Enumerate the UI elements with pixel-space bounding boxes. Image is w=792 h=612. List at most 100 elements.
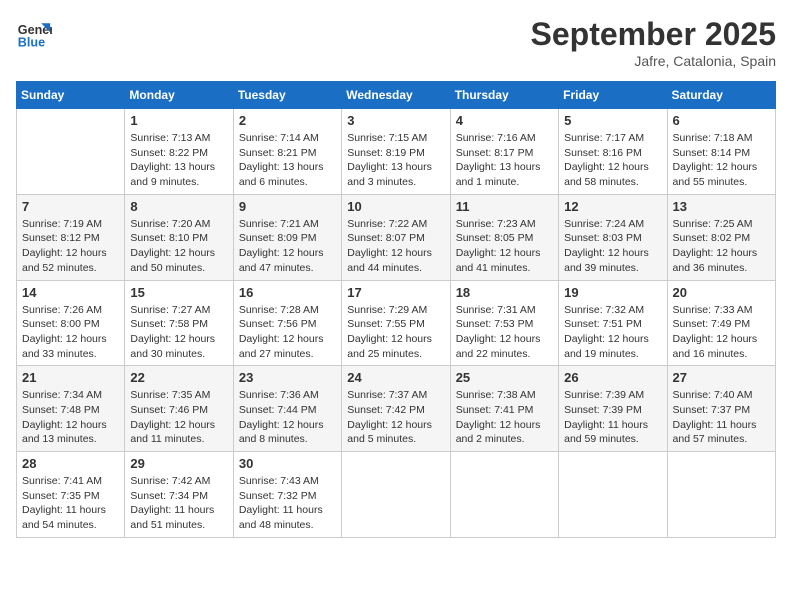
day-cell: 24 Sunrise: 7:37 AM Sunset: 7:42 PM Dayli… [342, 366, 450, 452]
day-cell: 17 Sunrise: 7:29 AM Sunset: 7:55 PM Dayli… [342, 280, 450, 366]
logo-icon: General Blue [16, 16, 52, 52]
day-info: Sunrise: 7:35 AM Sunset: 7:46 PM Dayligh… [130, 388, 227, 447]
day-info: Sunrise: 7:20 AM Sunset: 8:10 PM Dayligh… [130, 217, 227, 276]
weekday-header-monday: Monday [125, 82, 233, 109]
location: Jafre, Catalonia, Spain [531, 53, 776, 69]
day-info: Sunrise: 7:34 AM Sunset: 7:48 PM Dayligh… [22, 388, 119, 447]
day-cell: 29 Sunrise: 7:42 AM Sunset: 7:34 PM Dayli… [125, 452, 233, 538]
day-cell: 30 Sunrise: 7:43 AM Sunset: 7:32 PM Dayli… [233, 452, 341, 538]
day-info: Sunrise: 7:24 AM Sunset: 8:03 PM Dayligh… [564, 217, 661, 276]
day-info: Sunrise: 7:19 AM Sunset: 8:12 PM Dayligh… [22, 217, 119, 276]
day-number: 20 [673, 285, 770, 300]
day-number: 8 [130, 199, 227, 214]
day-cell: 19Sunrise: 7:32 AM Sunset: 7:51 PM Dayli… [559, 280, 667, 366]
weekday-header-thursday: Thursday [450, 82, 558, 109]
day-number: 3 [347, 113, 444, 128]
day-number: 30 [239, 456, 336, 471]
day-number: 9 [239, 199, 336, 214]
day-number: 18 [456, 285, 553, 300]
day-cell: 3 Sunrise: 7:15 AM Sunset: 8:19 PM Daylig… [342, 109, 450, 195]
day-info: Sunrise: 7:28 AM Sunset: 7:56 PM Dayligh… [239, 303, 336, 362]
weekday-header-sunday: Sunday [17, 82, 125, 109]
day-cell: 6 Sunrise: 7:18 AM Sunset: 8:14 PM Daylig… [667, 109, 775, 195]
day-number: 1 [130, 113, 227, 128]
day-cell: 16 Sunrise: 7:28 AM Sunset: 7:56 PM Dayli… [233, 280, 341, 366]
day-cell [559, 452, 667, 538]
day-number: 17 [347, 285, 444, 300]
day-number: 6 [673, 113, 770, 128]
day-number: 26 [564, 370, 661, 385]
day-cell: 8 Sunrise: 7:20 AM Sunset: 8:10 PM Daylig… [125, 194, 233, 280]
day-info: Sunrise: 7:25 AM Sunset: 8:02 PM Dayligh… [673, 217, 770, 276]
day-info: Sunrise: 7:32 AM Sunset: 7:51 PM Dayligh… [564, 303, 661, 362]
day-cell: 23 Sunrise: 7:36 AM Sunset: 7:44 PM Dayli… [233, 366, 341, 452]
day-info: Sunrise: 7:40 AM Sunset: 7:37 PM Dayligh… [673, 388, 770, 447]
week-row-3: 14Sunrise: 7:26 AM Sunset: 8:00 PM Dayli… [17, 280, 776, 366]
day-cell: 12 Sunrise: 7:24 AM Sunset: 8:03 PM Dayli… [559, 194, 667, 280]
day-cell [17, 109, 125, 195]
day-cell: 27 Sunrise: 7:40 AM Sunset: 7:37 PM Dayli… [667, 366, 775, 452]
weekday-header-row: SundayMondayTuesdayWednesdayThursdayFrid… [17, 82, 776, 109]
day-info: Sunrise: 7:16 AM Sunset: 8:17 PM Dayligh… [456, 131, 553, 190]
day-number: 7 [22, 199, 119, 214]
day-number: 24 [347, 370, 444, 385]
day-number: 15 [130, 285, 227, 300]
day-cell: 4Sunrise: 7:16 AM Sunset: 8:17 PM Daylig… [450, 109, 558, 195]
week-row-4: 21 Sunrise: 7:34 AM Sunset: 7:48 PM Dayli… [17, 366, 776, 452]
day-info: Sunrise: 7:29 AM Sunset: 7:55 PM Dayligh… [347, 303, 444, 362]
day-number: 14 [22, 285, 119, 300]
month-title: September 2025 [531, 16, 776, 53]
day-cell: 18Sunrise: 7:31 AM Sunset: 7:53 PM Dayli… [450, 280, 558, 366]
day-number: 29 [130, 456, 227, 471]
day-info: Sunrise: 7:21 AM Sunset: 8:09 PM Dayligh… [239, 217, 336, 276]
week-row-5: 28Sunrise: 7:41 AM Sunset: 7:35 PM Dayli… [17, 452, 776, 538]
day-number: 27 [673, 370, 770, 385]
day-cell: 13 Sunrise: 7:25 AM Sunset: 8:02 PM Dayli… [667, 194, 775, 280]
week-row-1: 1 Sunrise: 7:13 AM Sunset: 8:22 PM Daylig… [17, 109, 776, 195]
day-number: 21 [22, 370, 119, 385]
day-cell: 20 Sunrise: 7:33 AM Sunset: 7:49 PM Dayli… [667, 280, 775, 366]
day-info: Sunrise: 7:13 AM Sunset: 8:22 PM Dayligh… [130, 131, 227, 190]
day-info: Sunrise: 7:27 AM Sunset: 7:58 PM Dayligh… [130, 303, 227, 362]
day-cell: 1 Sunrise: 7:13 AM Sunset: 8:22 PM Daylig… [125, 109, 233, 195]
day-info: Sunrise: 7:43 AM Sunset: 7:32 PM Dayligh… [239, 474, 336, 533]
day-number: 22 [130, 370, 227, 385]
day-number: 16 [239, 285, 336, 300]
day-cell: 9 Sunrise: 7:21 AM Sunset: 8:09 PM Daylig… [233, 194, 341, 280]
day-number: 25 [456, 370, 553, 385]
day-number: 5 [564, 113, 661, 128]
day-cell [450, 452, 558, 538]
day-number: 2 [239, 113, 336, 128]
day-info: Sunrise: 7:36 AM Sunset: 7:44 PM Dayligh… [239, 388, 336, 447]
day-info: Sunrise: 7:22 AM Sunset: 8:07 PM Dayligh… [347, 217, 444, 276]
day-number: 10 [347, 199, 444, 214]
day-cell: 22 Sunrise: 7:35 AM Sunset: 7:46 PM Dayli… [125, 366, 233, 452]
page-header: General Blue September 2025 Jafre, Catal… [16, 16, 776, 69]
weekday-header-wednesday: Wednesday [342, 82, 450, 109]
day-cell: 2Sunrise: 7:14 AM Sunset: 8:21 PM Daylig… [233, 109, 341, 195]
day-cell [342, 452, 450, 538]
day-info: Sunrise: 7:23 AM Sunset: 8:05 PM Dayligh… [456, 217, 553, 276]
day-info: Sunrise: 7:15 AM Sunset: 8:19 PM Dayligh… [347, 131, 444, 190]
day-number: 12 [564, 199, 661, 214]
day-cell: 25Sunrise: 7:38 AM Sunset: 7:41 PM Dayli… [450, 366, 558, 452]
day-cell: 10 Sunrise: 7:22 AM Sunset: 8:07 PM Dayli… [342, 194, 450, 280]
weekday-header-friday: Friday [559, 82, 667, 109]
day-cell: 14Sunrise: 7:26 AM Sunset: 8:00 PM Dayli… [17, 280, 125, 366]
day-cell: 21 Sunrise: 7:34 AM Sunset: 7:48 PM Dayli… [17, 366, 125, 452]
day-cell: 5Sunrise: 7:17 AM Sunset: 8:16 PM Daylig… [559, 109, 667, 195]
day-number: 23 [239, 370, 336, 385]
day-info: Sunrise: 7:37 AM Sunset: 7:42 PM Dayligh… [347, 388, 444, 447]
day-info: Sunrise: 7:33 AM Sunset: 7:49 PM Dayligh… [673, 303, 770, 362]
weekday-header-saturday: Saturday [667, 82, 775, 109]
day-number: 13 [673, 199, 770, 214]
day-cell: 15 Sunrise: 7:27 AM Sunset: 7:58 PM Dayli… [125, 280, 233, 366]
day-info: Sunrise: 7:18 AM Sunset: 8:14 PM Dayligh… [673, 131, 770, 190]
day-cell: 11Sunrise: 7:23 AM Sunset: 8:05 PM Dayli… [450, 194, 558, 280]
calendar-table: SundayMondayTuesdayWednesdayThursdayFrid… [16, 81, 776, 538]
week-row-2: 7 Sunrise: 7:19 AM Sunset: 8:12 PM Daylig… [17, 194, 776, 280]
day-cell: 7 Sunrise: 7:19 AM Sunset: 8:12 PM Daylig… [17, 194, 125, 280]
day-info: Sunrise: 7:42 AM Sunset: 7:34 PM Dayligh… [130, 474, 227, 533]
title-block: September 2025 Jafre, Catalonia, Spain [531, 16, 776, 69]
day-cell: 28Sunrise: 7:41 AM Sunset: 7:35 PM Dayli… [17, 452, 125, 538]
